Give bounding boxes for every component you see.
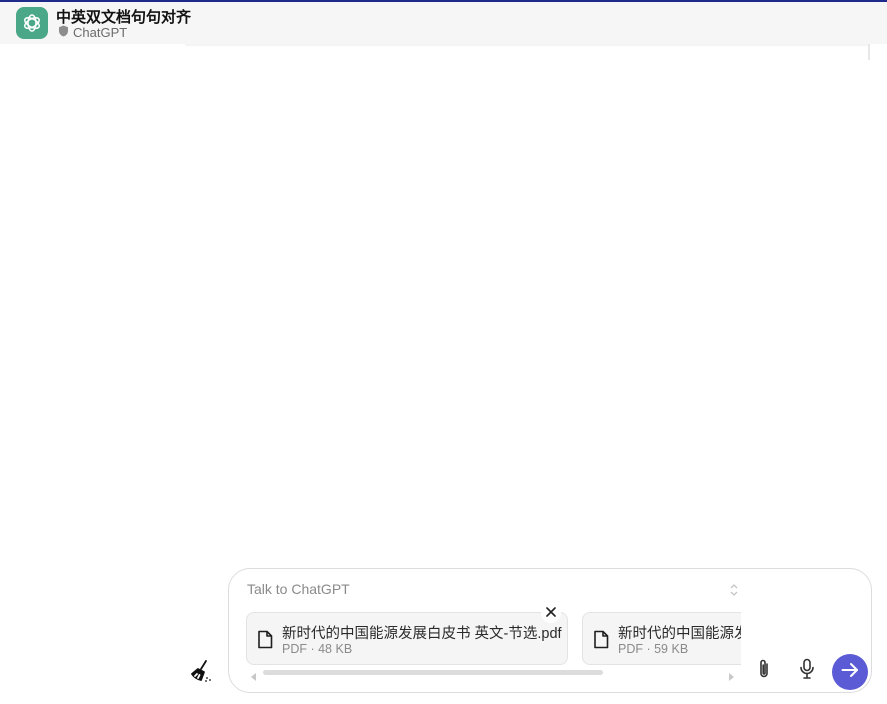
shield-icon <box>58 25 69 40</box>
scrollbar[interactable] <box>868 44 870 60</box>
expand-icon[interactable] <box>730 583 738 602</box>
chat-subtitle-text: ChatGPT <box>73 25 128 40</box>
attachment-name: 新时代的中国能源发展白皮书 中文-节选.pdf <box>618 626 741 642</box>
attachment-card[interactable]: 新时代的中国能源发展白皮书 英文-节选.pdf PDF · 48 KB <box>246 612 568 665</box>
microphone-icon <box>799 658 815 685</box>
send-button[interactable] <box>832 654 868 690</box>
close-icon <box>546 604 556 622</box>
attachment-card[interactable]: 新时代的中国能源发展白皮书 中文-节选.pdf PDF · 59 KB <box>582 612 741 665</box>
scroll-right-icon[interactable] <box>728 668 734 686</box>
message-composer[interactable]: Talk to ChatGPT 新时代的中国能源发展白皮书 英文-节选.pdf … <box>228 568 872 693</box>
attachment-list: 新时代的中国能源发展白皮书 英文-节选.pdf PDF · 48 KB 新时代的… <box>246 610 741 665</box>
chat-header: 中英双文档句句对齐 ChatGPT <box>0 2 887 44</box>
chat-subtitle: ChatGPT <box>58 25 127 40</box>
chat-title: 中英双文档句句对齐 <box>56 9 192 26</box>
microphone-button[interactable] <box>796 657 818 685</box>
attach-button[interactable] <box>753 657 775 685</box>
document-icon <box>593 630 609 654</box>
message-input[interactable]: Talk to ChatGPT <box>247 581 350 597</box>
scroll-left-icon[interactable] <box>251 668 257 686</box>
attachment-meta: PDF · 59 KB <box>618 642 689 656</box>
arrow-right-icon <box>841 662 859 683</box>
remove-attachment-button[interactable] <box>541 603 561 623</box>
header-divider <box>185 44 870 47</box>
document-icon <box>257 630 273 654</box>
openai-logo-icon <box>16 7 48 39</box>
attachment-meta: PDF · 48 KB <box>282 642 353 656</box>
broom-icon[interactable] <box>189 659 213 683</box>
horizontal-scrollbar[interactable] <box>263 670 603 675</box>
paperclip-icon <box>757 658 771 685</box>
attachment-name: 新时代的中国能源发展白皮书 英文-节选.pdf <box>282 626 562 642</box>
